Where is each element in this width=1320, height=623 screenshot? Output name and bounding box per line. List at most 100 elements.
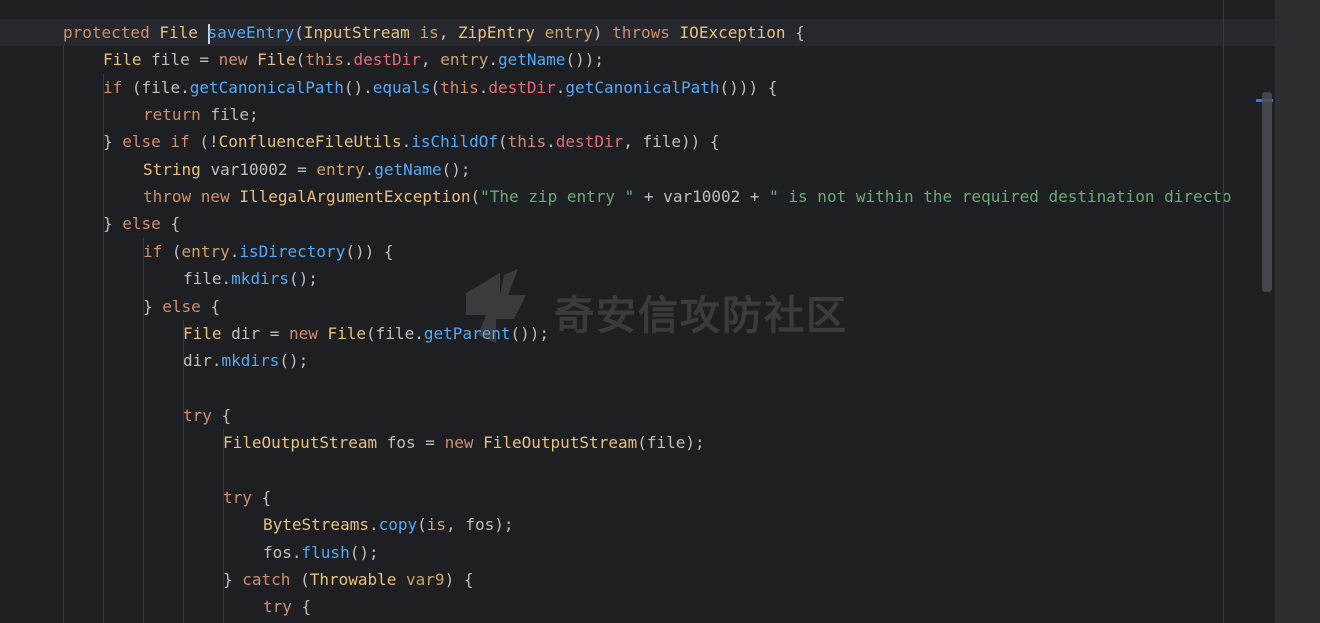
code-line[interactable]: return file;	[143, 101, 259, 128]
code-token: getCanonicalPath	[565, 77, 720, 97]
code-token: if	[143, 241, 172, 261]
code-token: .	[478, 77, 489, 97]
code-token: File	[159, 23, 208, 42]
code-token: mkdirs	[221, 351, 280, 371]
code-token: + var10002 +	[634, 187, 770, 207]
code-line[interactable]: protected File saveEntry(InputStream is,…	[63, 19, 805, 46]
code-token: new	[288, 323, 328, 343]
right-gutter-panel	[1275, 0, 1320, 623]
code-token: else	[162, 296, 211, 316]
code-token: .	[401, 132, 412, 152]
code-token: IOException	[679, 23, 796, 42]
code-token: ) {	[444, 570, 474, 589]
code-token: (	[294, 23, 304, 42]
code-token: throw new	[143, 187, 240, 207]
code-token: ()) {	[345, 241, 394, 261]
code-token: destDir	[353, 50, 421, 70]
code-token: {	[261, 487, 272, 507]
code-token: (file.	[131, 77, 190, 97]
code-token: ());	[565, 50, 604, 70]
code-token: entry	[440, 50, 489, 70]
code-token: ConfluenceFileUtils	[218, 132, 402, 152]
code-line[interactable]: throw new IllegalArgumentException("The …	[143, 183, 1232, 210]
code-token: }	[143, 296, 163, 316]
code-token: File	[103, 50, 152, 70]
code-token: getName	[498, 50, 566, 70]
code-line[interactable]: try {	[263, 593, 311, 620]
code-token: File	[257, 50, 296, 70]
code-token: new	[444, 433, 484, 453]
code-line[interactable]: fos.flush();	[263, 539, 379, 566]
code-token: new	[218, 50, 258, 70]
code-token: ())) {	[719, 77, 778, 97]
code-token: ByteStreams	[263, 515, 369, 535]
code-token: ZipEntry	[457, 23, 545, 42]
code-line[interactable]: File file = new File(this.destDir, entry…	[103, 46, 604, 73]
code-token: (file.	[366, 323, 424, 343]
code-token: throws	[612, 23, 680, 42]
code-token: dir.	[183, 351, 222, 371]
code-token: (	[171, 241, 182, 261]
code-token: var9	[406, 570, 445, 589]
code-line[interactable]: file.mkdirs();	[183, 265, 318, 292]
code-token: (	[470, 187, 481, 207]
code-token: FileOutputStream	[223, 433, 387, 453]
code-token: saveEntry	[207, 23, 295, 42]
code-line[interactable]: try {	[223, 484, 271, 511]
code-token: else if	[122, 132, 200, 152]
vertical-scrollbar[interactable]	[1262, 92, 1272, 292]
code-token: .	[555, 77, 566, 97]
code-token: )	[592, 23, 613, 42]
code-token: file =	[151, 50, 219, 70]
code-token: var10002 =	[210, 159, 317, 179]
code-editor[interactable]: protected File saveEntry(InputStream is,…	[0, 0, 1275, 623]
code-token: mkdirs	[231, 269, 289, 289]
code-token: ();	[349, 542, 379, 562]
code-token: File	[183, 323, 232, 343]
code-token: getName	[374, 159, 442, 179]
code-token: return	[143, 105, 211, 125]
watermark-text: 奇安信攻防社区	[554, 293, 848, 339]
code-line[interactable]: dir.mkdirs();	[183, 347, 308, 374]
code-line[interactable]: String var10002 = entry.getName();	[143, 156, 471, 183]
code-token: InputStream	[303, 23, 420, 42]
code-token: else	[122, 214, 171, 234]
indent-guide	[63, 46, 64, 623]
code-token: ().	[343, 77, 373, 97]
code-token: ());	[510, 323, 550, 343]
code-token: isChildOf	[411, 132, 498, 152]
code-line[interactable]: ByteStreams.copy(is, fos);	[263, 511, 513, 538]
code-line[interactable]: try {	[183, 402, 231, 429]
code-token: " is not within the required destination…	[769, 187, 1232, 207]
code-token: {	[795, 23, 805, 42]
code-token: getCanonicalPath	[189, 77, 344, 97]
code-line[interactable]: if (file.getCanonicalPath().equals(this.…	[103, 74, 777, 101]
code-token: this	[305, 50, 344, 70]
code-token: file.	[183, 269, 232, 289]
code-line[interactable]: FileOutputStream fos = new FileOutputStr…	[223, 429, 705, 456]
code-line[interactable]: } else {	[143, 293, 220, 320]
code-token: {	[170, 214, 181, 234]
code-token: (	[417, 515, 427, 535]
code-token: copy	[378, 515, 418, 535]
code-line[interactable]: File dir = new File(file.getParent());	[183, 320, 549, 347]
code-token: is	[419, 23, 439, 42]
code-token: ,	[420, 50, 441, 70]
code-line[interactable]: if (entry.isDirectory()) {	[143, 238, 394, 265]
code-token: destDir	[488, 77, 556, 97]
code-token: }	[103, 214, 123, 234]
code-token: ();	[279, 351, 309, 371]
code-line[interactable]: } else if (!ConfluenceFileUtils.isChildO…	[103, 128, 720, 155]
code-token: isDirectory	[239, 241, 346, 261]
right-margin-guide	[1223, 0, 1224, 623]
code-token: FileOutputStream	[483, 433, 638, 453]
code-token: .	[229, 241, 240, 261]
code-token: try	[223, 487, 262, 507]
indent-guide	[103, 73, 104, 623]
code-token: protected	[63, 23, 160, 42]
code-line[interactable]: } catch (Throwable var9) {	[223, 566, 473, 593]
code-line[interactable]: } else {	[103, 210, 180, 237]
code-token: try	[183, 405, 222, 425]
code-token: (	[430, 77, 441, 97]
code-token: fos.	[263, 542, 302, 562]
